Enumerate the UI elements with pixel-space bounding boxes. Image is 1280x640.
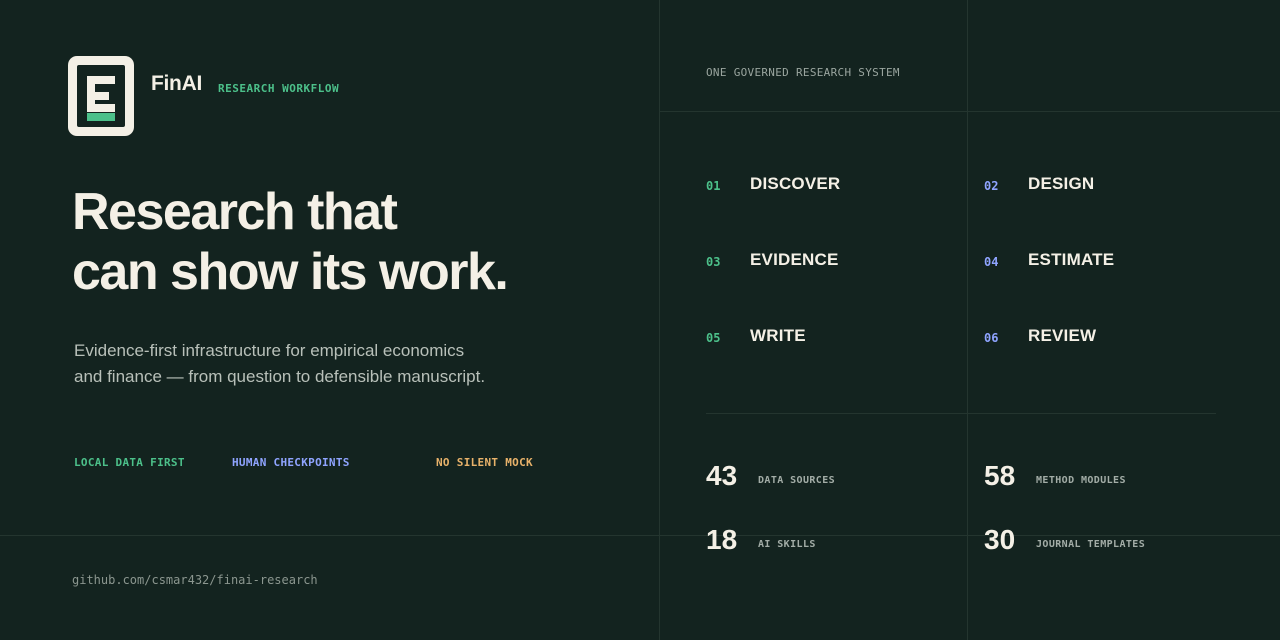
horizontal-divider-top bbox=[660, 111, 1280, 112]
stat-label: METHOD MODULES bbox=[1036, 475, 1126, 486]
step-number: 05 bbox=[706, 331, 721, 345]
stat-value: 58 bbox=[984, 460, 1016, 491]
tag-local-data-first: LOCAL DATA FIRST bbox=[74, 456, 185, 469]
document-logo-icon bbox=[68, 56, 134, 136]
step-number: 06 bbox=[984, 331, 999, 345]
subtitle-line-1: Evidence-first infrastructure for empiri… bbox=[74, 341, 465, 360]
step-number: 01 bbox=[706, 179, 721, 193]
stat-label: AI SKILLS bbox=[758, 539, 816, 550]
step-number: 04 bbox=[984, 255, 999, 269]
system-label: ONE GOVERNED RESEARCH SYSTEM bbox=[706, 66, 900, 79]
headline-line-2: can show its work. bbox=[72, 243, 509, 301]
step-number: 02 bbox=[984, 179, 999, 193]
step-label: DISCOVER bbox=[750, 174, 841, 193]
step-label: ESTIMATE bbox=[1028, 250, 1115, 269]
page-title: Research that can show its work. bbox=[72, 182, 509, 302]
vertical-divider-left bbox=[659, 0, 660, 640]
brand-tag: RESEARCH WORKFLOW bbox=[218, 82, 340, 95]
step-label: EVIDENCE bbox=[750, 250, 839, 269]
tag-no-silent-mock: NO SILENT MOCK bbox=[436, 456, 533, 469]
stat-label: JOURNAL TEMPLATES bbox=[1036, 539, 1146, 550]
stat-value: 18 bbox=[706, 524, 738, 555]
step-label: REVIEW bbox=[1028, 326, 1097, 345]
subtitle: Evidence-first infrastructure for empiri… bbox=[74, 338, 544, 390]
stat-value: 43 bbox=[706, 460, 738, 491]
step-label: WRITE bbox=[750, 326, 806, 345]
horizontal-divider-bottom bbox=[0, 535, 1280, 536]
subtitle-line-2: and finance — from question to defensibl… bbox=[74, 367, 486, 386]
step-number: 03 bbox=[706, 255, 721, 269]
headline-line-1: Research that bbox=[72, 183, 398, 241]
repo-link[interactable]: github.com/csmar432/finai-research bbox=[72, 573, 318, 587]
stats-divider bbox=[706, 413, 1216, 414]
step-label: DESIGN bbox=[1028, 174, 1095, 193]
stat-label: DATA SOURCES bbox=[758, 475, 836, 486]
tag-human-checkpoints: HUMAN CHECKPOINTS bbox=[232, 456, 350, 469]
brand-name: FinAI bbox=[151, 72, 202, 95]
vertical-divider-right bbox=[967, 0, 968, 640]
stat-value: 30 bbox=[984, 524, 1016, 555]
